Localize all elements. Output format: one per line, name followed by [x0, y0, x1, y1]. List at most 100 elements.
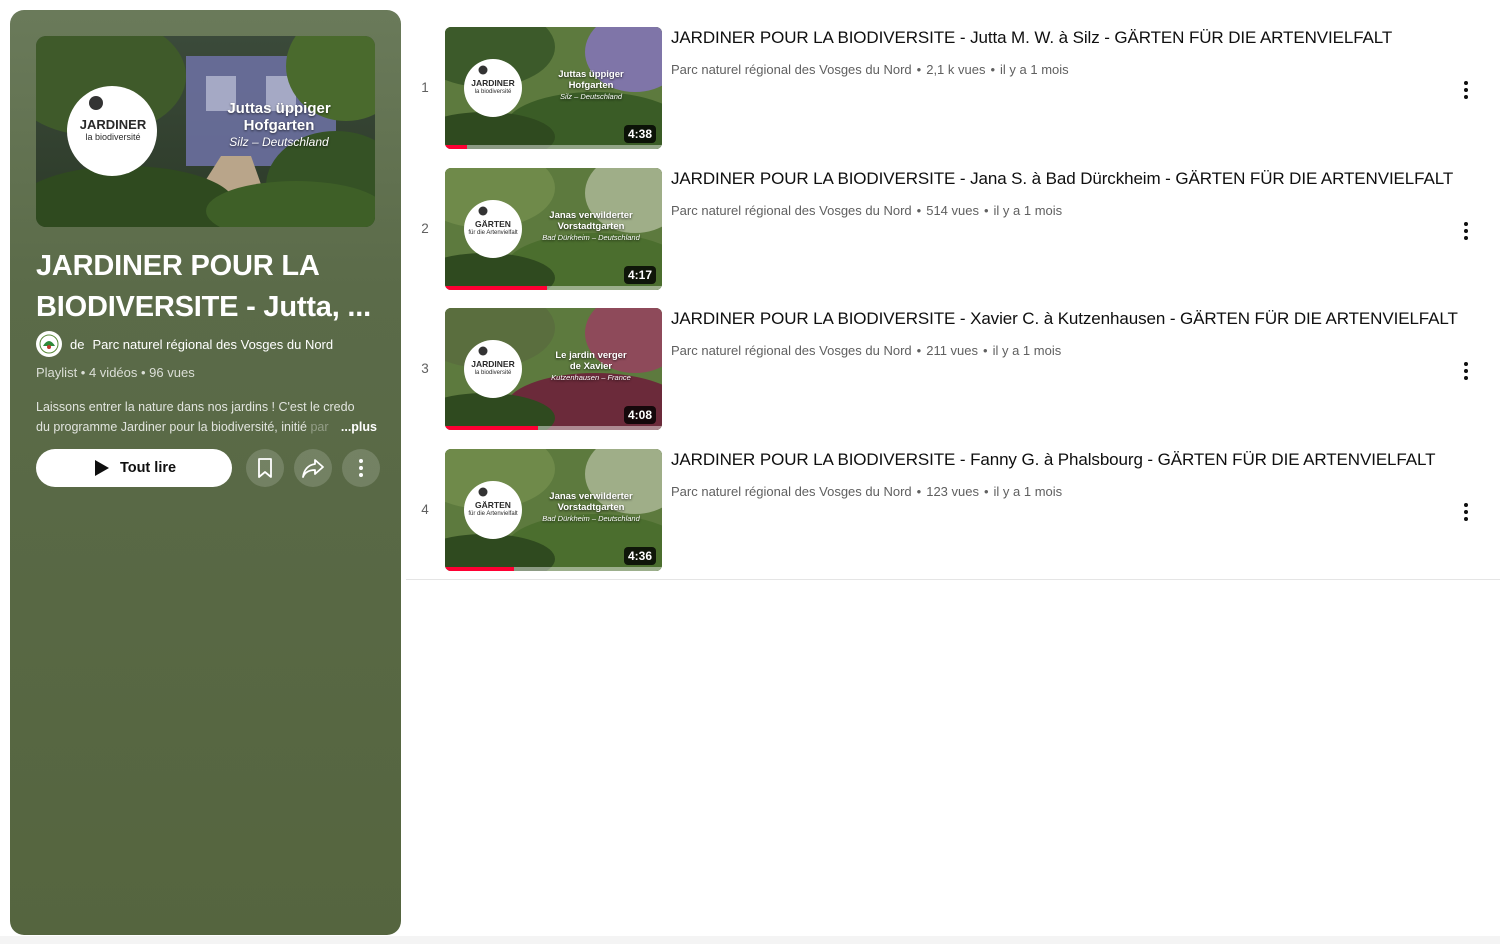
meta-dot: • [990, 62, 996, 77]
thumbnail-logo-text: JARDINER la biodiversité [68, 118, 158, 144]
headline-line-2: Vorstadtgarten [557, 220, 625, 232]
watch-progress-fill [445, 566, 515, 571]
logo-top-text: JARDINER [79, 117, 147, 132]
playlist-video-row[interactable]: 2 GÄRTEN für die Artenvielfalt Janas ver… [406, 163, 1500, 304]
video-channel[interactable]: Parc naturel régional des Vosges du Nord [671, 203, 912, 218]
playlist-owner[interactable]: de Parc naturel régional des Vosges du N… [36, 330, 333, 358]
headline-line-2: Vorstadtgarten [557, 501, 625, 513]
thumbnail-headline: Le jardin verger de Xavier Kutzenhausen … [533, 350, 649, 383]
video-title[interactable]: JARDINER POUR LA BIODIVERSITE - Fanny G.… [671, 450, 1435, 470]
headline-place: Silz – Deutschland [229, 135, 329, 149]
logo-bottom-text: für die Artenvielfalt [468, 229, 518, 236]
headline-line-1: Janas verwilderter [549, 490, 633, 502]
playlist-thumbnail[interactable]: JARDINER la biodiversité Juttas üppiger … [36, 36, 375, 227]
headline-line-1: Janas verwilderter [549, 209, 633, 221]
video-duration: 4:38 [623, 125, 656, 143]
video-more-button[interactable] [1450, 496, 1482, 528]
logo-top-text: JARDINER [471, 78, 515, 88]
headline-place: Kutzenhausen – France [551, 373, 631, 382]
video-age: il y a 1 mois [993, 202, 1063, 218]
headline-line-2: de Xavier [569, 361, 613, 372]
video-meta: Parc naturel régional des Vosges du Nord… [671, 62, 1069, 77]
video-views: 514 vues [926, 202, 979, 218]
video-age: il y a 1 mois [992, 343, 1062, 358]
playlist-video-list: 1 JARDINER la biodiversité Juttas üppige… [406, 22, 1500, 584]
video-more-button[interactable] [1450, 215, 1482, 247]
thumbnail-headline: Juttas üppiger Hofgarten Silz – Deutschl… [194, 100, 364, 151]
video-thumbnail[interactable]: JARDINER la biodiversité Le jardin verge… [445, 308, 662, 430]
video-views: 211 vues [926, 343, 979, 358]
watch-progress-fill [445, 285, 547, 290]
meta-dot: • [916, 343, 922, 358]
thumbnail-headline: Janas verwilderter Vorstadtgarten Bad Dü… [533, 210, 649, 243]
video-more-button[interactable] [1450, 74, 1482, 106]
save-playlist-button[interactable] [246, 449, 284, 487]
playlist-type: Playlist [36, 365, 78, 380]
video-age: il y a 1 mois [1000, 62, 1069, 77]
video-meta: Parc naturel régional des Vosges du Nord… [671, 484, 1062, 499]
owner-prefix: de [70, 336, 85, 352]
watch-progress-bar [445, 285, 662, 290]
description-line-2-text: du programme Jardiner pour la biodiversi… [36, 420, 311, 434]
video-more-button[interactable] [1450, 355, 1482, 387]
headline-line-1: Juttas üppiger [227, 100, 331, 117]
watch-progress-bar [445, 426, 662, 430]
owner-name[interactable]: Parc naturel régional des Vosges du Nord [92, 337, 333, 352]
headline-line-2: Hofgarten [243, 117, 315, 134]
video-duration: 4:08 [623, 406, 656, 424]
thumbnail-headline: Juttas üppiger Hofgarten Silz – Deutschl… [533, 69, 649, 102]
headline-line-1: Juttas üppiger [558, 69, 624, 80]
playlist-more-button[interactable] [342, 449, 380, 487]
playlist-video-row[interactable]: 4 GÄRTEN für die Artenvielfalt Janas ver… [406, 444, 1500, 585]
video-channel[interactable]: Parc naturel régional des Vosges du Nord [671, 484, 912, 499]
description-faded-text: par [310, 420, 329, 434]
video-thumbnail[interactable]: GÄRTEN für die Artenvielfalt Janas verwi… [445, 448, 662, 571]
headline-line-2: Hofgarten [568, 80, 614, 91]
video-title[interactable]: JARDINER POUR LA BIODIVERSITE - Jutta M.… [671, 28, 1392, 48]
logo-bottom-text: la biodiversité [474, 89, 512, 95]
meta-dot: • [916, 62, 922, 77]
video-thumbnail[interactable]: GÄRTEN für die Artenvielfalt Janas verwi… [445, 167, 662, 290]
playlist-video-row[interactable]: 3 JARDINER la biodiversité Le jardin ver… [406, 303, 1500, 444]
channel-logo-icon [39, 334, 59, 354]
meta-dot: • [983, 343, 988, 358]
playlist-video-count: 4 vidéos [88, 365, 138, 380]
bookmark-icon [258, 458, 272, 478]
playlist-title: JARDINER POUR LA BIODIVERSITE - Jutta, .… [36, 250, 371, 323]
video-duration: 4:17 [623, 265, 656, 284]
video-views: 2,1 k vues [926, 62, 986, 77]
description-more-link[interactable]: ...plus [341, 417, 377, 437]
more-vertical-icon [1464, 362, 1468, 380]
meta-separator: • [77, 365, 89, 380]
thumbnail-logo-text: JARDINER la biodiversité [464, 360, 522, 378]
playlist-video-row[interactable]: 1 JARDINER la biodiversité Juttas üppige… [406, 22, 1500, 163]
description-line-2: du programme Jardiner pour la biodiversi… [36, 417, 381, 437]
thumbnail-headline: Janas verwilderter Vorstadtgarten Bad Dü… [533, 491, 649, 524]
video-index: 1 [421, 80, 429, 95]
thumbnail-logo-text: GÄRTEN für die Artenvielfalt [464, 219, 522, 238]
headline-line-1: Le jardin verger [555, 350, 627, 361]
video-thumbnail[interactable]: JARDINER la biodiversité Juttas üppiger … [445, 27, 662, 149]
video-channel[interactable]: Parc naturel régional des Vosges du Nord [671, 62, 912, 77]
more-vertical-icon [1464, 502, 1468, 521]
play-icon [94, 460, 109, 476]
play-all-label: Tout lire [119, 460, 177, 476]
meta-separator: • [137, 365, 150, 380]
video-title[interactable]: JARDINER POUR LA BIODIVERSITE - Xavier C… [671, 309, 1458, 329]
playlist-stats: Playlist • 4 vidéos • 96 vues [36, 365, 195, 380]
video-age: il y a 1 mois [993, 483, 1063, 499]
channel-avatar[interactable] [36, 331, 62, 357]
headline-place: Bad Dürkheim – Deutschland [542, 232, 640, 242]
play-all-button[interactable]: Tout lire [36, 449, 232, 487]
logo-bottom-text: la biodiversité [474, 370, 512, 376]
logo-bottom-text: für die Artenvielfalt [468, 510, 518, 517]
video-title[interactable]: JARDINER POUR LA BIODIVERSITE - Jana S. … [671, 169, 1453, 189]
share-playlist-button[interactable] [294, 449, 332, 487]
description-line-1: Laissons entrer la nature dans nos jardi… [36, 400, 355, 414]
video-views: 123 vues [926, 483, 979, 499]
playlist-description[interactable]: Laissons entrer la nature dans nos jardi… [36, 397, 381, 437]
playlist-header-panel: JARDINER la biodiversité Juttas üppiger … [10, 10, 401, 935]
video-channel[interactable]: Parc naturel régional des Vosges du Nord [671, 343, 912, 358]
playlist-actions: Tout lire [36, 448, 380, 488]
thumbnail-logo-text: JARDINER la biodiversité [464, 79, 522, 97]
